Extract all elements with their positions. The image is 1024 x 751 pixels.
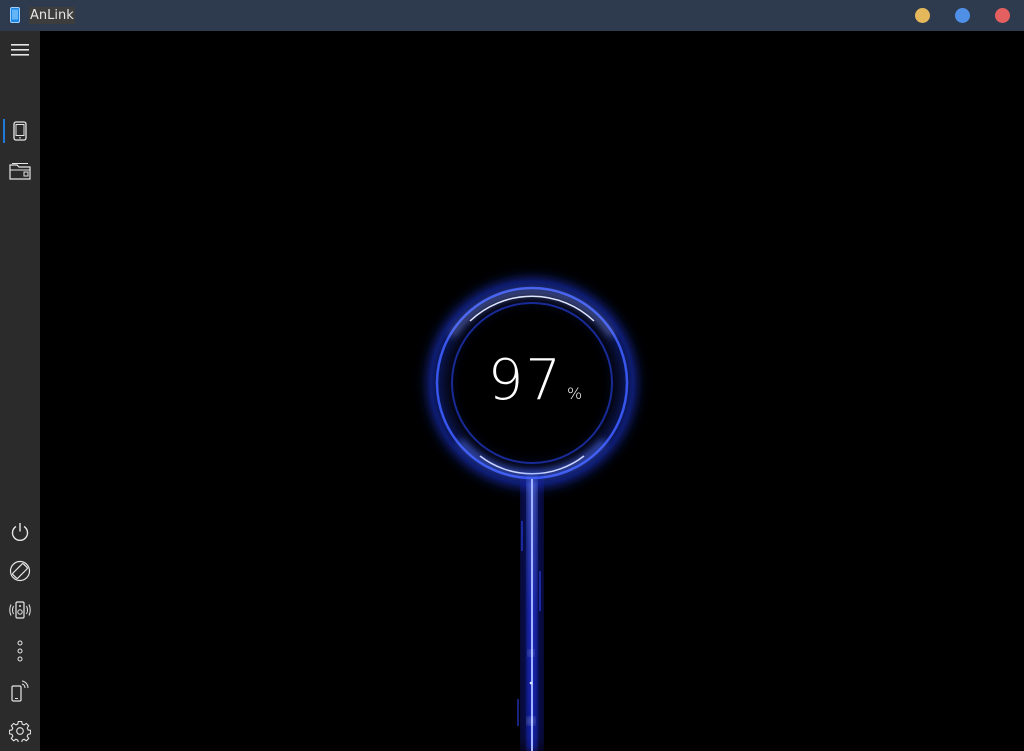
menu-button[interactable] [0, 32, 40, 68]
more-button[interactable] [0, 633, 40, 669]
battery-percentage-unit: % [567, 384, 583, 403]
speaker-icon [9, 601, 31, 619]
speaker-button[interactable] [0, 592, 40, 628]
close-button[interactable] [995, 8, 1010, 23]
app-title: AnLink [29, 7, 75, 24]
rotate-screen-icon [9, 560, 31, 582]
phone-cast-button[interactable] [0, 673, 40, 709]
menu-icon [11, 44, 29, 56]
settings-button[interactable] [0, 713, 40, 749]
battery-level: 97 % [480, 351, 590, 421]
battery-percentage-value: 97 [487, 348, 564, 413]
power-button[interactable] [0, 514, 40, 550]
settings-icon [9, 720, 31, 742]
sidebar-item-phone[interactable] [0, 113, 40, 149]
file-manager-icon [9, 163, 31, 180]
app-phone-icon [10, 7, 20, 23]
sidebar-item-files[interactable] [0, 153, 40, 189]
power-icon [11, 523, 29, 541]
maximize-button[interactable] [955, 8, 970, 23]
battery-display-area: 97 % [40, 31, 1024, 751]
sidebar [0, 31, 40, 751]
phone-icon [13, 121, 27, 141]
rotate-screen-button[interactable] [0, 553, 40, 589]
title-bar: AnLink [0, 0, 1024, 31]
more-icon [17, 640, 23, 662]
minimize-button[interactable] [915, 8, 930, 23]
phone-cast-icon [11, 680, 29, 702]
